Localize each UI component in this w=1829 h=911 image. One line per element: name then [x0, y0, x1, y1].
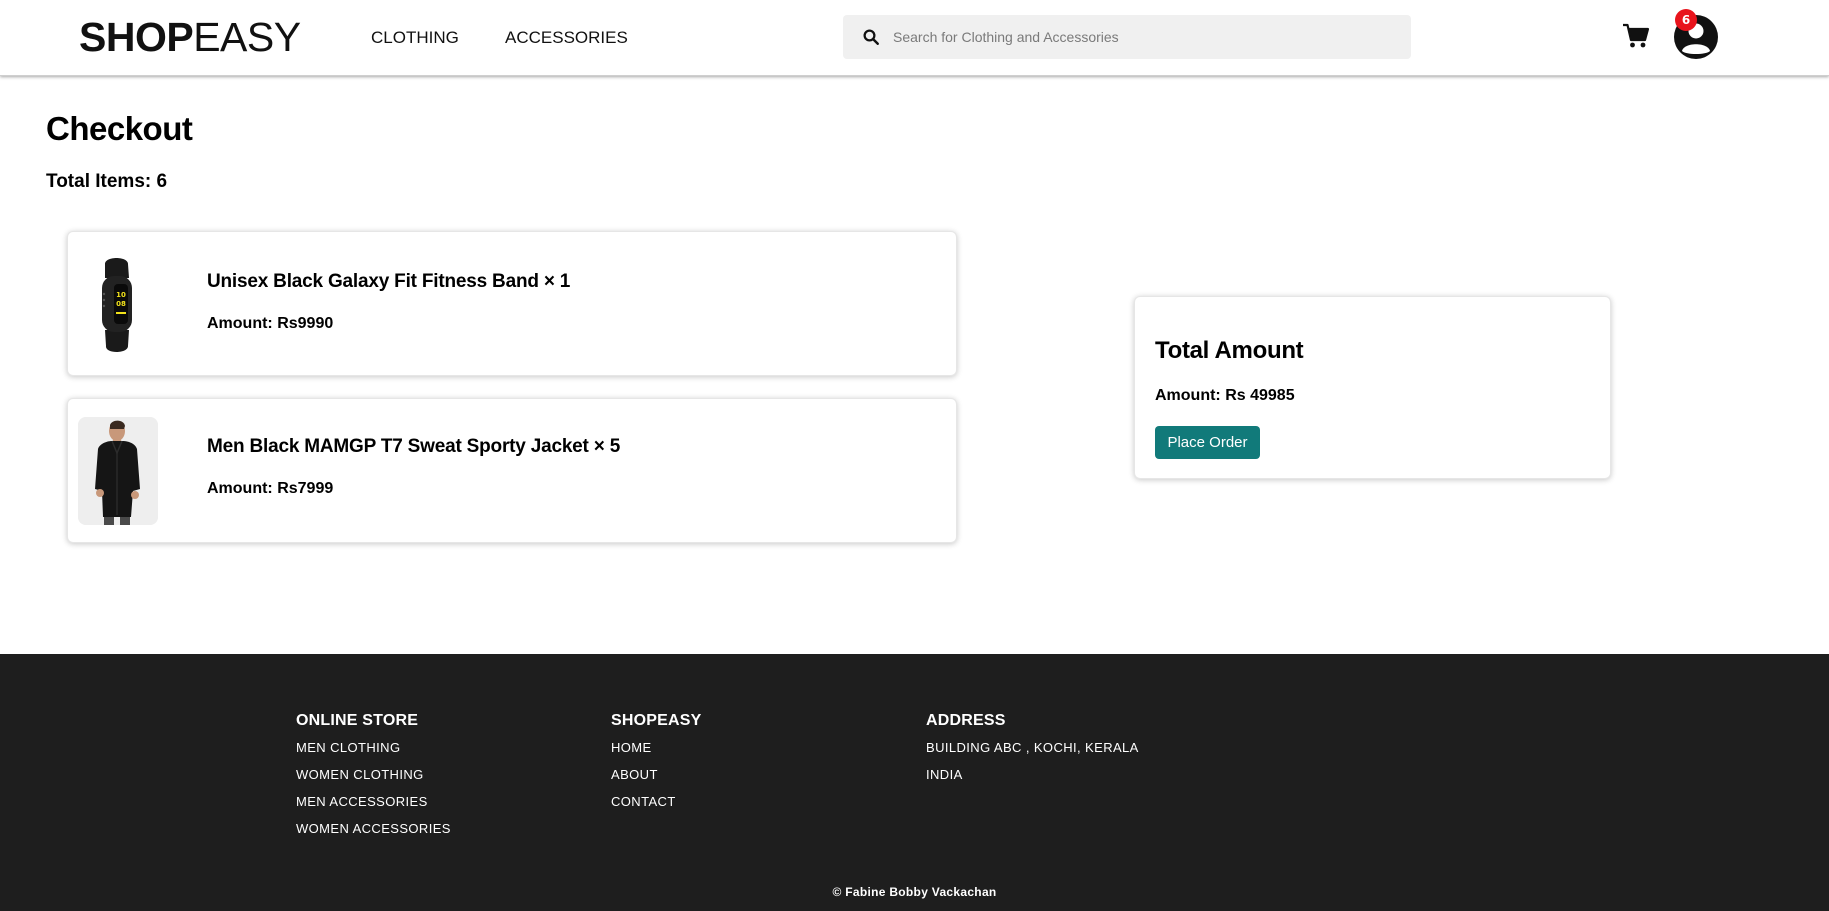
item-name: Men Black MAMGP T7 Sweat Sporty Jacket ×… [207, 436, 621, 457]
svg-text:08: 08 [116, 300, 126, 308]
footer-link-men-clothing[interactable]: MEN CLOTHING [296, 741, 451, 755]
footer-heading: ADDRESS [926, 712, 1006, 729]
footer-link-contact[interactable]: CONTACT [611, 795, 702, 809]
nav-accessories-link[interactable]: ACCESSORIES [505, 28, 628, 48]
logo-light-text: EASY [193, 14, 301, 60]
nav-clothing-link[interactable]: CLOTHING [371, 28, 459, 48]
checkout-item-card: Men Black MAMGP T7 Sweat Sporty Jacket ×… [67, 398, 957, 543]
summary-amount: Amount: Rs 49985 [1155, 387, 1295, 404]
svg-text:10: 10 [116, 291, 126, 299]
copyright-text: © Fabine Bobby Vackachan [832, 885, 997, 899]
footer-shopeasy-column: SHOPEASY HOME ABOUT CONTACT [611, 712, 702, 822]
logo[interactable]: SHOPEASY [79, 13, 301, 61]
address-line: INDIA [926, 767, 963, 782]
fitness-band-image: 10 08 [78, 250, 158, 358]
item-name: Unisex Black Galaxy Fit Fitness Band × 1 [207, 271, 571, 292]
place-order-button[interactable]: Place Order [1155, 426, 1260, 459]
address-line: BUILDING ABC , KOCHI, KERALA [926, 740, 1139, 755]
top-navbar: SHOPEASY CLOTHING ACCESSORIES 6 [0, 0, 1829, 76]
checkout-item-card: 10 08 Unisex Black Galaxy Fit Fitness Ba… [67, 231, 957, 376]
footer-online-store-column: ONLINE STORE MEN CLOTHING WOMEN CLOTHING… [296, 712, 451, 849]
footer-address-column: ADDRESS BUILDING ABC , KOCHI, KERALA IND… [926, 712, 1139, 795]
footer-link-men-accessories[interactable]: MEN ACCESSORIES [296, 795, 451, 809]
footer-heading: SHOPEASY [611, 712, 702, 729]
summary-title: Total Amount [1155, 337, 1304, 364]
item-amount: Amount: Rs9990 [207, 315, 334, 332]
item-amount: Amount: Rs7999 [207, 480, 334, 497]
footer: ONLINE STORE MEN CLOTHING WOMEN CLOTHING… [0, 654, 1829, 911]
search-icon[interactable] [862, 28, 880, 46]
jacket-image [78, 417, 158, 525]
footer-link-about[interactable]: ABOUT [611, 768, 702, 782]
footer-heading: ONLINE STORE [296, 712, 419, 729]
page-title: Checkout [46, 110, 193, 147]
notification-badge: 6 [1675, 9, 1697, 31]
footer-link-home[interactable]: HOME [611, 741, 702, 755]
search-bar [843, 15, 1411, 59]
total-items-count: Total Items: 6 [46, 171, 168, 192]
footer-link-women-clothing[interactable]: WOMEN CLOTHING [296, 768, 451, 782]
shopping-cart-icon[interactable] [1622, 22, 1650, 50]
search-input[interactable] [893, 15, 1393, 59]
footer-link-women-accessories[interactable]: WOMEN ACCESSORIES [296, 822, 451, 836]
logo-bold-text: SHOP [79, 14, 194, 60]
order-summary-card: Total Amount Amount: Rs 49985 Place Orde… [1134, 296, 1611, 479]
